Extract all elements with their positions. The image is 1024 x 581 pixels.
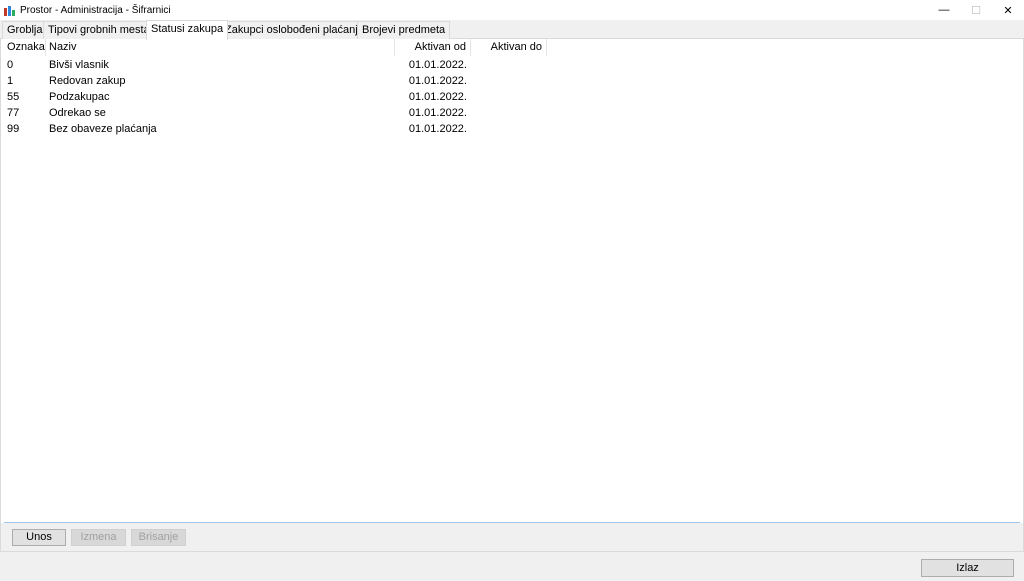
cell-aktivan-od: 01.01.2022. xyxy=(408,123,467,135)
table-row[interactable]: 55 Podzakupac 01.01.2022. xyxy=(1,89,549,105)
tab-zakupci-oslobodjeni-placanja[interactable]: Zakupci oslobođeni plaćanja xyxy=(220,21,369,39)
table-row[interactable]: 0 Bivši vlasnik 01.01.2022. xyxy=(1,57,549,73)
cell-oznaka: 55 xyxy=(7,91,20,103)
cell-naziv: Podzakupac xyxy=(49,91,110,103)
table-row[interactable]: 1 Redovan zakup 01.01.2022. xyxy=(1,73,549,89)
cell-naziv: Redovan zakup xyxy=(49,75,126,87)
table-row[interactable]: 77 Odrekao se 01.01.2022. xyxy=(1,105,549,121)
tab-bar: Groblja Tipovi grobnih mesta Statusi zak… xyxy=(0,20,1024,40)
maximize-button[interactable]: ☐ xyxy=(960,0,992,20)
cell-naziv: Bez obaveze plaćanja xyxy=(49,123,157,135)
cell-aktivan-od: 01.01.2022. xyxy=(408,91,467,103)
cell-naziv: Bivši vlasnik xyxy=(49,59,109,71)
table-header: Oznaka Naziv Aktivan od Aktivan do xyxy=(1,39,549,56)
tab-statusi-zakupa[interactable]: Statusi zakupa xyxy=(146,20,229,40)
cell-oznaka: 0 xyxy=(7,59,14,71)
tab-brojevi-predmeta[interactable]: Brojevi predmeta xyxy=(357,21,451,39)
cell-oznaka: 99 xyxy=(7,123,20,135)
window-title: Prostor - Administracija - Šifrarnici xyxy=(20,4,171,16)
table-panel: Oznaka Naziv Aktivan od Aktivan do 0 Biv… xyxy=(0,39,1024,524)
izmena-button[interactable]: Izmena xyxy=(71,529,126,546)
izlaz-button[interactable]: Izlaz xyxy=(921,559,1014,577)
column-header-aktivan-od[interactable]: Aktivan od xyxy=(395,39,471,56)
window-controls: — ☐ ✕ xyxy=(928,0,1024,20)
brisanje-button[interactable]: Brisanje xyxy=(131,529,186,546)
cell-aktivan-do xyxy=(471,73,547,89)
column-header-aktivan-do[interactable]: Aktivan do xyxy=(471,39,547,56)
cell-aktivan-do xyxy=(471,121,547,137)
close-button[interactable]: ✕ xyxy=(992,0,1024,20)
bar-chart-icon xyxy=(4,4,16,16)
cell-aktivan-od: 01.01.2022. xyxy=(408,75,467,87)
action-bar: Unos Izmena Brisanje xyxy=(0,523,1024,551)
tab-groblja[interactable]: Groblja xyxy=(2,21,48,39)
cell-oznaka: 77 xyxy=(7,107,20,119)
minimize-button[interactable]: — xyxy=(928,0,960,20)
cell-aktivan-od: 01.01.2022. xyxy=(408,107,467,119)
footer-bar: Izlaz xyxy=(0,551,1024,581)
title-bar: Prostor - Administracija - Šifrarnici — … xyxy=(0,0,1024,20)
column-header-oznaka[interactable]: Oznaka xyxy=(1,39,46,56)
cell-aktivan-do xyxy=(471,89,547,105)
table-row[interactable]: 99 Bez obaveze plaćanja 01.01.2022. xyxy=(1,121,549,137)
cell-aktivan-od: 01.01.2022. xyxy=(408,59,467,71)
unos-button[interactable]: Unos xyxy=(12,529,66,546)
cell-oznaka: 1 xyxy=(7,75,14,87)
cell-aktivan-do xyxy=(471,105,547,121)
column-header-naziv[interactable]: Naziv xyxy=(46,39,395,56)
tab-tipovi-grobnih-mesta[interactable]: Tipovi grobnih mesta xyxy=(43,21,155,39)
cell-aktivan-do xyxy=(471,57,547,73)
cell-naziv: Odrekao se xyxy=(49,107,106,119)
